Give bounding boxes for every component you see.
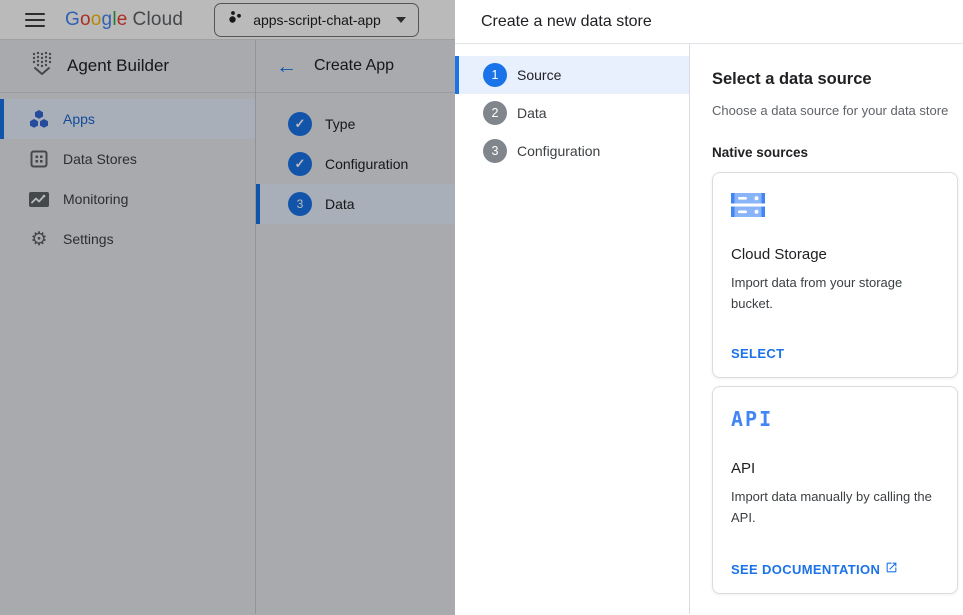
content-subheading: Choose a data source for your data store bbox=[712, 103, 958, 118]
step-label: Source bbox=[517, 67, 561, 83]
cloud-storage-card: Cloud Storage Import data from your stor… bbox=[712, 172, 958, 378]
external-link-icon bbox=[885, 561, 898, 577]
stepper-step-source[interactable]: 1 Source bbox=[455, 56, 689, 94]
card-description: Import data manually by calling the API. bbox=[731, 486, 939, 528]
step-number-badge: 3 bbox=[483, 139, 507, 163]
see-documentation-link[interactable]: SEE DOCUMENTATION bbox=[731, 559, 939, 579]
create-data-store-dialog: Create a new data store 1 Source 2 Data … bbox=[455, 0, 963, 615]
step-number-badge: 1 bbox=[483, 63, 507, 87]
background-app-region: G o o g l e Cloud apps-script-chat-app bbox=[0, 0, 455, 615]
source-cards: Cloud Storage Import data from your stor… bbox=[712, 172, 958, 594]
dialog-header: Create a new data store bbox=[455, 0, 963, 44]
api-card: API API Import data manually by calling … bbox=[712, 386, 958, 594]
screen: G o o g l e Cloud apps-script-chat-app bbox=[0, 0, 963, 615]
stepper-step-configuration[interactable]: 3 Configuration bbox=[455, 132, 689, 170]
card-description: Import data from your storage bucket. bbox=[731, 272, 939, 314]
step-label: Data bbox=[517, 105, 547, 121]
api-logo: API bbox=[731, 407, 939, 431]
cloud-storage-icon bbox=[731, 193, 939, 217]
select-button[interactable]: SELECT bbox=[731, 344, 939, 363]
dialog-stepper: 1 Source 2 Data 3 Configuration bbox=[455, 44, 690, 614]
step-number-badge: 2 bbox=[483, 101, 507, 125]
content-heading: Select a data source bbox=[712, 70, 958, 89]
step-label: Configuration bbox=[517, 143, 600, 159]
card-title: API bbox=[731, 460, 939, 477]
dialog-title: Create a new data store bbox=[481, 13, 652, 31]
dialog-content: Select a data source Choose a data sourc… bbox=[690, 44, 963, 614]
modal-scrim bbox=[0, 0, 455, 615]
stepper-step-data[interactable]: 2 Data bbox=[455, 94, 689, 132]
card-title: Cloud Storage bbox=[731, 246, 939, 263]
native-sources-label: Native sources bbox=[712, 145, 958, 160]
